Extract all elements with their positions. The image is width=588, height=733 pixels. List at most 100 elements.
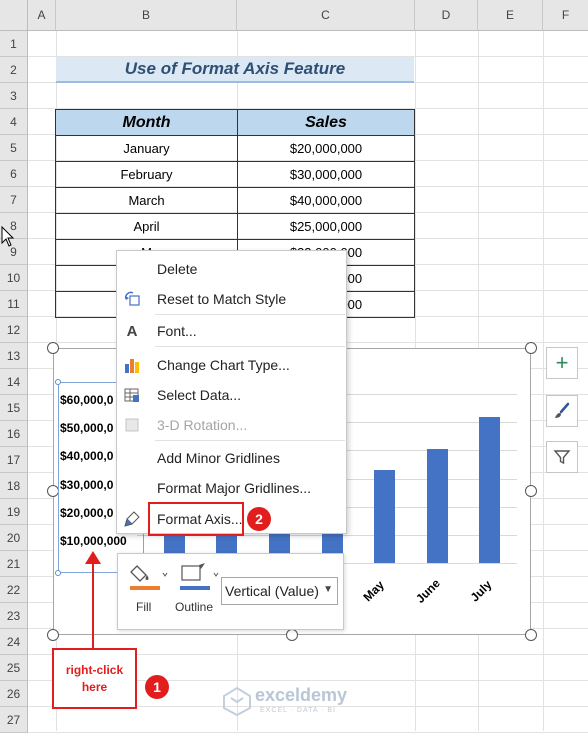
right-click-note-text: right-click here: [65, 663, 124, 694]
row-header-16[interactable]: 16: [0, 421, 28, 447]
menu-item-delete[interactable]: Delete: [117, 254, 346, 284]
menu-item-label: Font...: [157, 323, 197, 339]
row-header-13[interactable]: 13: [0, 343, 28, 369]
outline-button[interactable]: [179, 562, 221, 594]
chart-bar-may[interactable]: [374, 470, 395, 563]
row-header-14[interactable]: 14: [0, 369, 28, 395]
month-cell[interactable]: March: [55, 187, 238, 214]
menu-item-label: Change Chart Type...: [157, 357, 290, 373]
chart-resize-handle-right[interactable]: [525, 485, 537, 497]
sales-cell[interactable]: $20,000,000: [237, 135, 415, 162]
row-header-15[interactable]: 15: [0, 395, 28, 421]
chart-type-icon: [122, 355, 142, 375]
row-header-20[interactable]: 20: [0, 525, 28, 551]
watermark-tagline: EXCEL · DATA · BI: [260, 707, 336, 714]
menu-item-label: Format Major Gridlines...: [157, 480, 312, 496]
row-header-1[interactable]: 1: [0, 31, 28, 57]
font-icon: A: [126, 322, 138, 340]
row-header-5[interactable]: 5: [0, 135, 28, 161]
table-row: January $20,000,000: [55, 135, 415, 162]
table-header-month[interactable]: Month: [55, 109, 238, 136]
format-axis-icon: [122, 509, 142, 529]
context-menu: Delete Reset to Match Style A Font... Ch…: [116, 250, 347, 534]
select-all-corner[interactable]: [0, 0, 28, 31]
chart-filters-button[interactable]: [546, 441, 578, 473]
row-header-23[interactable]: 23: [0, 603, 28, 629]
menu-item-format-major-gridlines[interactable]: Format Major Gridlines...: [117, 473, 346, 503]
row-header-27[interactable]: 27: [0, 707, 28, 733]
chart-resize-handle-bottom[interactable]: [286, 629, 298, 641]
rotation-icon: [122, 415, 142, 435]
arrow-head-icon: [85, 551, 101, 564]
row-header-26[interactable]: 26: [0, 681, 28, 707]
menu-item-add-minor-gridlines[interactable]: Add Minor Gridlines: [117, 443, 346, 473]
step-badge-1: 1: [145, 675, 169, 699]
menu-item-label: Delete: [157, 261, 198, 277]
row-header-2[interactable]: 2: [0, 57, 28, 83]
annotation-arrow: [92, 559, 94, 649]
row-header-17[interactable]: 17: [0, 447, 28, 473]
month-cell[interactable]: February: [55, 161, 238, 188]
row-header-6[interactable]: 6: [0, 161, 28, 187]
chart-resize-handle-bottom-left[interactable]: [47, 629, 59, 641]
month-cell[interactable]: January: [55, 135, 238, 162]
mouse-cursor-icon: [1, 226, 15, 247]
menu-separator: [155, 440, 345, 441]
column-header-b[interactable]: B: [56, 0, 237, 31]
column-header-d[interactable]: D: [415, 0, 478, 31]
table-row: February $30,000,000: [55, 161, 415, 188]
paint-bucket-icon: [130, 565, 168, 590]
brush-icon: [555, 402, 570, 418]
row-header-19[interactable]: 19: [0, 499, 28, 525]
menu-item-label: Reset to Match Style: [157, 291, 287, 307]
axis-selection-point[interactable]: [55, 570, 61, 576]
right-click-note: right-click here: [52, 648, 137, 709]
watermark-name: exceldemy: [255, 685, 348, 705]
row-header-12[interactable]: 12: [0, 317, 28, 343]
table-row: April $25,000,000: [55, 213, 415, 240]
month-cell[interactable]: April: [55, 213, 238, 240]
row-header-3[interactable]: 3: [0, 83, 28, 109]
exceldemy-logo-icon: [223, 686, 251, 716]
row-header-25[interactable]: 25: [0, 655, 28, 681]
row-header-10[interactable]: 10: [0, 265, 28, 291]
sheet-title: Use of Format Axis Feature: [56, 57, 414, 83]
column-header-f[interactable]: F: [543, 0, 588, 31]
table-row: March $40,000,000: [55, 187, 415, 214]
outline-label: Outline: [175, 600, 214, 614]
menu-item-select-data[interactable]: Select Data...: [117, 380, 346, 410]
step-badge-2: 2: [247, 507, 271, 531]
sales-cell[interactable]: $30,000,000: [237, 161, 415, 188]
menu-item-label: Add Minor Gridlines: [157, 450, 280, 466]
menu-item-change-chart-type[interactable]: Change Chart Type...: [117, 350, 346, 380]
row-header-22[interactable]: 22: [0, 577, 28, 603]
row-header-7[interactable]: 7: [0, 187, 28, 213]
sales-cell[interactable]: $40,000,000: [237, 187, 415, 214]
row-header-11[interactable]: 11: [0, 291, 28, 317]
axis-selection-point[interactable]: [55, 379, 61, 385]
column-gridline: [543, 31, 544, 731]
chart-styles-button[interactable]: [546, 395, 578, 427]
table-header-sales[interactable]: Sales: [237, 109, 415, 136]
chart-bar-july[interactable]: [479, 417, 500, 563]
column-header-c[interactable]: C: [237, 0, 415, 31]
column-header-a[interactable]: A: [28, 0, 56, 31]
column-header-e[interactable]: E: [478, 0, 543, 31]
menu-item-font[interactable]: A Font...: [117, 316, 346, 346]
menu-item-reset-to-match-style[interactable]: Reset to Match Style: [117, 284, 346, 314]
row-header-18[interactable]: 18: [0, 473, 28, 499]
row-header-24[interactable]: 24: [0, 629, 28, 655]
sales-cell[interactable]: $25,000,000: [237, 213, 415, 240]
chart-bar-june[interactable]: [427, 449, 448, 563]
menu-item-3d-rotation: 3-D Rotation...: [117, 410, 346, 440]
fill-button[interactable]: [128, 562, 168, 594]
chart-resize-handle-top-right[interactable]: [525, 342, 537, 354]
chart-resize-handle-bottom-right[interactable]: [525, 629, 537, 641]
chart-resize-handle-top-left[interactable]: [47, 342, 59, 354]
row-header-4[interactable]: 4: [0, 109, 28, 135]
chart-elements-button[interactable]: +: [546, 347, 578, 379]
chart-element-select-value: Vertical (Value): [225, 583, 319, 599]
chart-element-select[interactable]: Vertical (Value) ▼: [221, 577, 338, 605]
pen-outline-icon: [180, 563, 219, 590]
row-header-21[interactable]: 21: [0, 551, 28, 577]
